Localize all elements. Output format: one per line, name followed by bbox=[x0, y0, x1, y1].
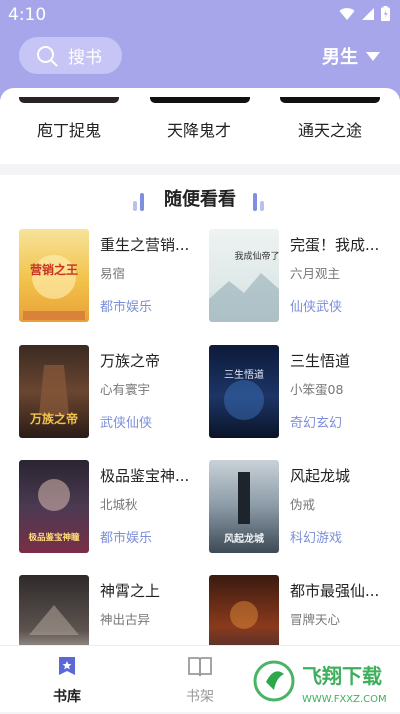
book-cover bbox=[209, 575, 279, 645]
tab-bookstore[interactable]: 书库 bbox=[27, 654, 107, 706]
header-bar: 4:10 搜书 男生 bbox=[0, 0, 400, 100]
tab-label: 书库 bbox=[53, 689, 81, 705]
status-bar: 4:10 bbox=[0, 0, 400, 30]
book-title: 极品鉴宝神... bbox=[100, 467, 190, 485]
book-cover: 营销之王 bbox=[19, 229, 89, 322]
book-tag[interactable]: 都市娱乐 bbox=[100, 527, 152, 546]
caret-down-icon bbox=[366, 51, 380, 61]
tab-label: 书架 bbox=[186, 689, 214, 705]
gender-selector[interactable]: 男生 bbox=[322, 43, 380, 69]
section-header: 随便看看 bbox=[0, 185, 400, 211]
book-title: 风起龙城 bbox=[290, 467, 351, 485]
book-author: 冒牌天心 bbox=[290, 612, 341, 627]
book-item[interactable]: 风起龙城 风起龙城 伪戒 科幻游戏 bbox=[209, 460, 394, 556]
status-time: 4:10 bbox=[8, 5, 47, 25]
book-title: 神霄之上 bbox=[100, 582, 161, 600]
cover-text: 极品鉴宝神瞳 bbox=[28, 532, 80, 543]
section-title: 随便看看 bbox=[164, 189, 236, 210]
book-item[interactable]: 神霄之上 神出古异 bbox=[19, 575, 204, 645]
book-cover[interactable] bbox=[280, 97, 380, 103]
book-title: 万族之帝 bbox=[100, 352, 161, 370]
battery-icon bbox=[381, 6, 390, 21]
book-cover: 我成仙帝了 bbox=[209, 229, 279, 322]
random-picks-section: 随便看看 营销之王 重生之营销... 易宿 都市娱乐 我成仙帝了 完蛋！我成..… bbox=[0, 175, 400, 645]
book-author: 神出古异 bbox=[100, 612, 151, 627]
book-author: 六月观主 bbox=[290, 266, 341, 281]
book-title: 都市最强仙... bbox=[290, 582, 380, 600]
bookstore-icon bbox=[59, 657, 75, 675]
top-books-row: 庖丁捉鬼 天降鬼才 通天之途 bbox=[0, 88, 400, 164]
cover-text: 三生悟道 bbox=[224, 368, 264, 381]
book-item[interactable]: 都市最强仙... 冒牌天心 bbox=[209, 575, 394, 645]
book-cover[interactable] bbox=[19, 97, 119, 103]
book-author: 易宿 bbox=[100, 266, 126, 281]
book-cover: 风起龙城 bbox=[209, 460, 279, 553]
search-button[interactable]: 搜书 bbox=[19, 37, 122, 74]
cover-text: 风起龙城 bbox=[224, 532, 264, 545]
cover-text: 营销之王 bbox=[30, 262, 78, 277]
book-title: 完蛋！我成... bbox=[290, 236, 380, 254]
book-title: 重生之营销... bbox=[100, 236, 190, 254]
book-title: 三生悟道 bbox=[290, 352, 351, 370]
book-item[interactable]: 我成仙帝了 完蛋！我成... 六月观主 仙侠武侠 bbox=[209, 229, 394, 325]
book-item[interactable]: 三生悟道 三生悟道 小笨蛋08 奇幻玄幻 bbox=[209, 345, 394, 441]
book-author: 伪戒 bbox=[290, 497, 316, 512]
book-author: 北城秋 bbox=[100, 497, 138, 512]
status-icons bbox=[339, 6, 390, 21]
site-watermark: 飞翔下载 WWW.FXXZ.COM bbox=[252, 652, 400, 710]
search-label: 搜书 bbox=[68, 48, 102, 68]
search-icon bbox=[37, 45, 58, 66]
book-cover[interactable] bbox=[150, 97, 250, 103]
book-cover: 极品鉴宝神瞳 bbox=[19, 460, 89, 553]
book-item[interactable]: 极品鉴宝神瞳 极品鉴宝神... 北城秋 都市娱乐 bbox=[19, 460, 204, 556]
book-cover bbox=[19, 575, 89, 645]
cover-text: 万族之帝 bbox=[29, 411, 78, 426]
book-cover: 万族之帝 bbox=[19, 345, 89, 438]
wifi-icon bbox=[339, 7, 355, 20]
top-book-title[interactable]: 通天之途 bbox=[265, 117, 395, 141]
signal-icon bbox=[362, 7, 374, 20]
book-author: 心有寰宇 bbox=[100, 382, 151, 397]
watermark-text: 飞翔下载 bbox=[302, 664, 382, 688]
cover-text: 我成仙帝了 bbox=[234, 250, 279, 262]
book-item[interactable]: 万族之帝 万族之帝 心有寰宇 武侠仙侠 bbox=[19, 345, 204, 441]
book-tag[interactable]: 武侠仙侠 bbox=[100, 412, 152, 431]
tab-bookshelf[interactable]: 书架 bbox=[160, 654, 240, 706]
book-tag[interactable]: 仙侠武侠 bbox=[290, 296, 342, 315]
decoration-bars-right bbox=[253, 193, 264, 211]
book-tag[interactable]: 奇幻玄幻 bbox=[290, 412, 342, 431]
gender-label: 男生 bbox=[322, 47, 358, 68]
book-cover: 三生悟道 bbox=[209, 345, 279, 438]
book-item[interactable]: 营销之王 重生之营销... 易宿 都市娱乐 bbox=[19, 229, 204, 325]
book-tag[interactable]: 科幻游戏 bbox=[290, 527, 342, 546]
top-book-title[interactable]: 天降鬼才 bbox=[134, 117, 264, 141]
book-tag[interactable]: 都市娱乐 bbox=[100, 296, 152, 315]
top-book-title[interactable]: 庖丁捉鬼 bbox=[4, 117, 134, 141]
book-author: 小笨蛋08 bbox=[290, 382, 344, 397]
bookshelf-icon bbox=[188, 657, 212, 677]
watermark-url: WWW.FXXZ.COM bbox=[302, 694, 387, 705]
